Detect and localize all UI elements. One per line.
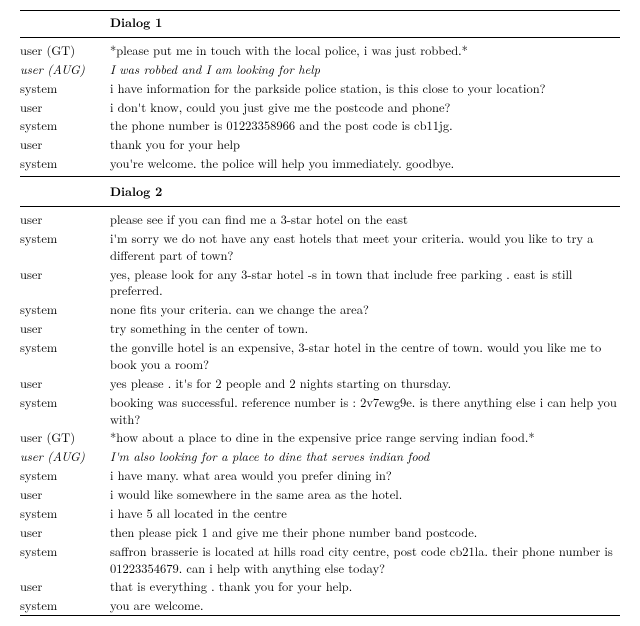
utterance-text: please see if you can find me a 3-star h… — [110, 211, 620, 228]
dialog-header-1: Dialog 1 — [20, 11, 620, 34]
speaker-label: user (GT) — [20, 429, 110, 446]
table-row: userthank you for your help — [20, 135, 620, 154]
table-row: systemyou're welcome. the police will he… — [20, 154, 620, 173]
table-row: useri would like somewhere in the same a… — [20, 485, 620, 504]
table-row: user (GT)please put me in touch with the… — [20, 41, 620, 60]
speaker-label: system — [20, 597, 110, 614]
utterance-text: that is everything . thank you for your … — [110, 578, 620, 595]
utterance-text: I was robbed and I am looking for help — [110, 61, 620, 78]
table-row: user (GT)how about a place to dine in th… — [20, 428, 620, 447]
utterance-text: yes please . it's for 2 people and 2 nig… — [110, 375, 620, 392]
table-row: systemthe phone number is 01223358966 an… — [20, 116, 620, 135]
utterance-text: thank you for your help — [110, 136, 620, 153]
speaker-label: user — [20, 211, 110, 228]
table-row: userthat is everything . thank you for y… — [20, 577, 620, 596]
utterance-text: i have many. what area would you prefer … — [110, 467, 620, 484]
utterance-text: the phone number is 01223358966 and the … — [110, 117, 620, 134]
table-row: usertry something in the center of town. — [20, 319, 620, 338]
speaker-label: user — [20, 320, 110, 337]
table-row: systemthe gonville hotel is an expensive… — [20, 338, 620, 374]
rule-mid — [20, 176, 620, 177]
utterance-text: i'm sorry we do not have any east hotels… — [110, 230, 620, 264]
speaker-label: system — [20, 155, 110, 172]
utterance-text: i have 5 all located in the centre — [110, 505, 620, 522]
table-row: systembooking was successful. reference … — [20, 393, 620, 429]
utterance-text: then please pick 1 and give me their pho… — [110, 524, 620, 541]
utterance-text: booking was successful. reference number… — [110, 394, 620, 428]
speaker-label: system — [20, 230, 110, 247]
speaker-label: system — [20, 117, 110, 134]
utterance-text: you're welcome. the police will help you… — [110, 155, 620, 172]
speaker-label: user — [20, 486, 110, 503]
utterance-text: how about a place to dine in the expensi… — [110, 429, 620, 446]
rule-mid — [20, 37, 620, 38]
table-row: useryes please . it's for 2 people and 2… — [20, 374, 620, 393]
table-row: systemi have information for the parksid… — [20, 79, 620, 98]
utterance-text: the gonville hotel is an expensive, 3-st… — [110, 339, 620, 373]
dialog-header-2: Dialog 2 — [20, 180, 620, 203]
table-row: useri don't know, could you just give me… — [20, 98, 620, 117]
speaker-label: user — [20, 99, 110, 116]
speaker-label: system — [20, 467, 110, 484]
table-row: userthen please pick 1 and give me their… — [20, 523, 620, 542]
speaker-label: user — [20, 266, 110, 283]
utterance-text: i don't know, could you just give me the… — [110, 99, 620, 116]
speaker-label: user (GT) — [20, 42, 110, 59]
speaker-label: user (AUG) — [20, 448, 110, 465]
speaker-label: system — [20, 339, 110, 356]
speaker-label: user — [20, 578, 110, 595]
rule-bottom — [20, 615, 620, 616]
speaker-label: user — [20, 375, 110, 392]
table-row: systemi have many. what area would you p… — [20, 466, 620, 485]
utterance-text: please put me in touch with the local po… — [110, 42, 620, 59]
utterance-text: try something in the center of town. — [110, 320, 620, 337]
table-row: systemyou are welcome. — [20, 596, 620, 615]
speaker-label: system — [20, 301, 110, 318]
utterance-text: i would like somewhere in the same area … — [110, 486, 620, 503]
table-row: systemi have 5 all located in the centre — [20, 504, 620, 523]
table-row: useryes, please look for any 3-star hote… — [20, 265, 620, 301]
table-row: systemsaffron brasserie is located at hi… — [20, 542, 620, 578]
dialog-1-body: user (GT)please put me in touch with the… — [20, 41, 620, 173]
speaker-label: system — [20, 394, 110, 411]
utterance-text: none fits your criteria. can we change t… — [110, 301, 620, 318]
utterance-text: saffron brasserie is located at hills ro… — [110, 543, 620, 577]
speaker-label: system — [20, 543, 110, 560]
speaker-label: user — [20, 524, 110, 541]
table-row: systemi'm sorry we do not have any east … — [20, 229, 620, 265]
utterance-text: you are welcome. — [110, 597, 620, 614]
rule-mid — [20, 206, 620, 207]
table-row: userplease see if you can find me a 3-st… — [20, 210, 620, 229]
table-row: systemnone fits your criteria. can we ch… — [20, 300, 620, 319]
speaker-label: user (AUG) — [20, 61, 110, 78]
utterance-text: i have information for the parkside poli… — [110, 80, 620, 97]
speaker-label: system — [20, 505, 110, 522]
table-row: user (AUG)I'm also looking for a place t… — [20, 447, 620, 466]
table-row: user (AUG)I was robbed and I am looking … — [20, 60, 620, 79]
speaker-label: system — [20, 80, 110, 97]
speaker-label: user — [20, 136, 110, 153]
utterance-text: yes, please look for any 3-star hotel -s… — [110, 266, 620, 300]
utterance-text: I'm also looking for a place to dine tha… — [110, 448, 620, 465]
dialog-2-body: userplease see if you can find me a 3-st… — [20, 210, 620, 615]
